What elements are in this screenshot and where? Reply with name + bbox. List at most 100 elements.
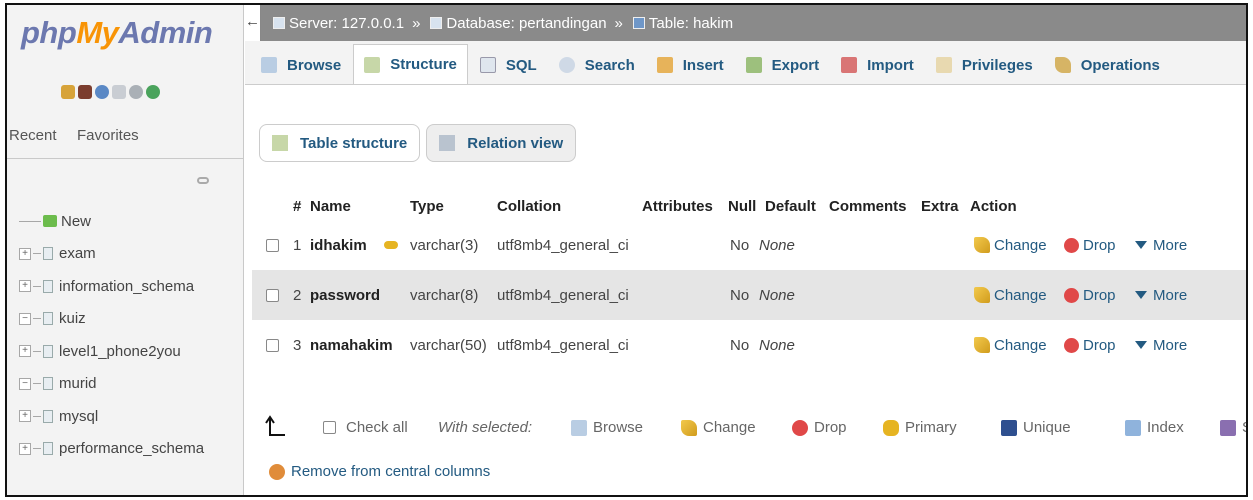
breadcrumb: ← Server: 127.0.0.1 » Database: pertandi… (245, 5, 1246, 41)
col-null[interactable]: Null (728, 198, 756, 215)
row-checkbox[interactable] (266, 338, 279, 352)
bulk-unique-button[interactable]: Unique (1001, 419, 1071, 436)
column-collation: utf8mb4_general_ci (497, 236, 629, 254)
chevron-down-icon (1135, 341, 1147, 349)
column-name: idhakim (310, 236, 367, 254)
check-all-label[interactable]: Check all (346, 419, 408, 436)
table-body: 1 idhakim varchar(3) utf8mb4_general_ci No No… (252, 220, 1246, 370)
tab-search[interactable]: Search (549, 46, 645, 84)
change-action[interactable]: Change (974, 337, 1047, 354)
tab-insert[interactable]: Insert (647, 46, 734, 84)
bulk-change-button[interactable]: Change (681, 419, 756, 436)
table-row: 1 idhakim varchar(3) utf8mb4_general_ci No No… (252, 220, 1246, 270)
sidebar-item-exam[interactable]: + exam (7, 238, 243, 271)
logo-my: My (76, 15, 119, 50)
breadcrumb-database[interactable]: Database: pertandingan (446, 15, 606, 32)
tree-line (33, 350, 41, 352)
drop-action[interactable]: Drop (1064, 337, 1116, 354)
expand-expand-icon[interactable]: + (19, 345, 31, 358)
sidebar-item-performance-schema[interactable]: + performance_schema (7, 433, 243, 466)
expand-expand-icon[interactable]: + (19, 442, 31, 455)
col-comments[interactable]: Comments (829, 198, 907, 215)
remove-central-columns-button[interactable]: Remove from central columns (269, 463, 490, 480)
index-icon (1125, 419, 1141, 436)
phpmyadmin-logo[interactable]: phpMyAdmin (21, 15, 213, 51)
col-name[interactable]: Name (310, 198, 351, 215)
reload-icon[interactable] (146, 85, 160, 99)
navigation-panel: phpMyAdmin Recent Favorites New + exam + inf… (7, 5, 244, 495)
col-default[interactable]: Default (765, 198, 816, 215)
chevron-down-icon (1135, 291, 1147, 299)
expand-collapse-icon[interactable]: − (19, 377, 31, 390)
logout-icon[interactable] (78, 85, 92, 99)
expand-collapse-icon[interactable]: − (19, 312, 31, 325)
docs-icon[interactable] (112, 85, 126, 99)
sidebar-item-information-schema[interactable]: + information_schema (7, 270, 243, 303)
query-window-icon[interactable] (95, 85, 109, 99)
logo-php: php (21, 15, 77, 50)
database-icon (43, 409, 53, 423)
change-action[interactable]: Change (974, 237, 1047, 254)
expand-expand-icon[interactable]: + (19, 280, 31, 293)
link-with-main-panel-icon[interactable] (197, 177, 209, 184)
key-icon (883, 419, 899, 436)
col-collation[interactable]: Collation (497, 198, 561, 215)
row-checkbox[interactable] (266, 238, 279, 252)
tab-privileges[interactable]: Privileges (926, 46, 1043, 84)
col-attributes[interactable]: Attributes (642, 198, 713, 215)
bulk-browse-button[interactable]: Browse (571, 419, 643, 436)
row-checkbox[interactable] (266, 288, 279, 302)
column-null: No (730, 286, 750, 304)
home-icon[interactable] (61, 85, 75, 99)
tab-operations[interactable]: Operations (1045, 46, 1170, 84)
central-columns-icon (269, 463, 285, 480)
favorites-tab[interactable]: Favorites (77, 127, 139, 144)
tab-export[interactable]: Export (736, 46, 830, 84)
tab-structure[interactable]: Structure (353, 44, 468, 84)
settings-icon[interactable] (129, 85, 143, 99)
bulk-index-button[interactable]: Index (1125, 419, 1184, 436)
expand-expand-icon[interactable]: + (19, 247, 31, 260)
row-number: 2 (293, 286, 302, 304)
tab-sql[interactable]: SQL (470, 46, 547, 84)
drop-action[interactable]: Drop (1064, 237, 1116, 254)
drop-action[interactable]: Drop (1064, 287, 1116, 304)
sidebar-item-level1-phone2you[interactable]: + level1_phone2you (7, 335, 243, 368)
tab-label: Export (771, 56, 820, 74)
sidebar-item-kuiz[interactable]: − kuiz (7, 303, 243, 336)
table-icon (632, 17, 645, 29)
breadcrumb-table[interactable]: Table: hakim (649, 15, 733, 32)
bulk-drop-button[interactable]: Drop (792, 419, 847, 436)
sidebar-item-mysql[interactable]: + mysql (7, 400, 243, 433)
more-action[interactable]: More (1135, 337, 1187, 354)
more-action[interactable]: More (1135, 287, 1187, 304)
bulk-spatial-button[interactable]: Sp (1220, 419, 1246, 436)
recent-tab[interactable]: Recent (9, 127, 57, 144)
column-default: None (759, 336, 795, 354)
change-action[interactable]: Change (974, 287, 1047, 304)
check-all[interactable]: Check all (323, 419, 408, 436)
table-structure-tab[interactable]: Table structure (259, 124, 421, 162)
bulk-primary-button[interactable]: Primary (883, 419, 957, 436)
check-all-checkbox[interactable] (323, 421, 336, 434)
change-label: Change (994, 236, 1047, 254)
relation-icon (439, 135, 456, 151)
expand-expand-icon[interactable]: + (19, 410, 31, 423)
chevron-down-icon (1135, 241, 1147, 249)
tab-import[interactable]: Import (831, 46, 924, 84)
tab-browse[interactable]: Browse (251, 46, 351, 84)
bulk-label: Change (703, 419, 756, 436)
sidebar-item-New[interactable]: New (7, 205, 243, 238)
breadcrumb-server[interactable]: Server: 127.0.0.1 (289, 15, 404, 32)
relation-view-tab[interactable]: Relation view (426, 124, 577, 162)
col-type[interactable]: Type (410, 198, 444, 215)
col-extra[interactable]: Extra (921, 198, 959, 215)
sidebar-item-murid[interactable]: − murid (7, 368, 243, 401)
collapse-navigation-button[interactable]: ← (245, 5, 261, 41)
sidebar-item-label: New (61, 212, 92, 230)
operations-icon (1054, 57, 1071, 73)
browse-icon (261, 57, 277, 73)
column-name: password (310, 286, 381, 304)
more-action[interactable]: More (1135, 237, 1187, 254)
breadcrumb-separator: » (614, 14, 623, 32)
